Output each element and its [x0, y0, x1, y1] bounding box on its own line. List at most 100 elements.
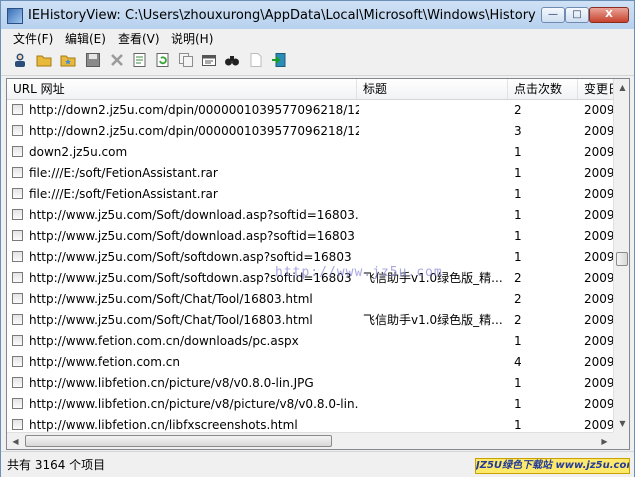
folder-icon[interactable]	[36, 52, 52, 68]
cell-url: http://www.jz5u.com/Soft/download.asp?so…	[29, 229, 355, 243]
refresh-icon[interactable]	[155, 52, 171, 68]
cell-title	[363, 415, 503, 433]
cell-title	[363, 394, 503, 415]
row-checkbox[interactable]	[12, 209, 23, 220]
vertical-scroll-thumb[interactable]	[616, 252, 628, 266]
vertical-scrollbar[interactable]: ▲ ▼	[613, 79, 629, 432]
item-count: 共有 3164 个项目	[7, 458, 106, 472]
menu-help[interactable]: 说明(H)	[171, 30, 213, 47]
cell-url: http://www.jz5u.com/Soft/Chat/Tool/16803…	[29, 313, 313, 327]
cell-url: down2.jz5u.com	[29, 145, 128, 159]
menu-file[interactable]: 文件(F)	[13, 30, 53, 47]
column-header-modified[interactable]: 变更日	[578, 79, 614, 99]
cell-title	[363, 205, 503, 226]
row-checkbox[interactable]	[12, 419, 23, 430]
cell-modified: 2009,	[584, 229, 613, 243]
copy-icon[interactable]	[178, 52, 194, 68]
cell-title	[363, 373, 503, 394]
row-checkbox[interactable]	[12, 377, 23, 388]
cell-modified: 2009,	[584, 271, 613, 285]
table-row[interactable]: file:///E:/soft/FetionAssistant.rar 1 2009…	[7, 163, 613, 184]
cell-url: http://www.libfetion.cn/picture/v8/v0.8.…	[29, 376, 314, 390]
main-window: IEHistoryView: C:\Users\zhouxurong\AppDa…	[0, 0, 635, 477]
cell-title	[363, 184, 503, 205]
table-row[interactable]: http://www.libfetion.cn/picture/v8/v0.8.…	[7, 373, 613, 394]
cell-url: http://down2.jz5u.com/dpin/0000001039577…	[29, 124, 359, 138]
properties-icon[interactable]	[132, 52, 148, 68]
cell-url: http://www.fetion.com.cn/downloads/pc.as…	[29, 334, 299, 348]
cell-hits: 4	[514, 355, 522, 369]
row-checkbox[interactable]	[12, 230, 23, 241]
cell-hits: 1	[514, 229, 522, 243]
column-header-title[interactable]: 标题	[357, 79, 508, 99]
table-row[interactable]: http://www.fetion.com.cn 4 2009,	[7, 352, 613, 373]
cell-url: file:///E:/soft/FetionAssistant.rar	[29, 166, 218, 180]
cell-modified: 2009,	[584, 166, 613, 180]
table-row[interactable]: down2.jz5u.com 1 2009,	[7, 142, 613, 163]
delete-icon[interactable]	[109, 52, 125, 68]
column-header-url[interactable]: URL 网址	[7, 79, 357, 99]
table-row[interactable]: http://www.jz5u.com/Soft/Chat/Tool/16803…	[7, 310, 613, 331]
row-checkbox[interactable]	[12, 251, 23, 262]
table-row[interactable]: http://down2.jz5u.com/dpin/0000001039577…	[7, 121, 613, 142]
row-checkbox[interactable]	[12, 398, 23, 409]
column-header-hits[interactable]: 点击次数	[508, 79, 578, 99]
row-checkbox[interactable]	[12, 188, 23, 199]
row-checkbox[interactable]	[12, 335, 23, 346]
cell-hits: 1	[514, 250, 522, 264]
html-report-icon[interactable]	[201, 52, 217, 68]
row-checkbox[interactable]	[12, 272, 23, 283]
close-button[interactable]: X	[589, 7, 629, 23]
history-list[interactable]: URL 网址 标题 点击次数 变更日 http://down2.jz5u.com…	[6, 78, 630, 450]
table-row[interactable]: file:///E:/soft/FetionAssistant.rar 1 2009…	[7, 184, 613, 205]
row-checkbox[interactable]	[12, 356, 23, 367]
favorites-folder-icon[interactable]	[60, 52, 76, 68]
table-row[interactable]: http://www.jz5u.com/Soft/download.asp?so…	[7, 205, 613, 226]
cell-hits: 2	[514, 313, 522, 327]
window-title: IEHistoryView: C:\Users\zhouxurong\AppDa…	[28, 8, 536, 23]
scroll-down-arrow-icon[interactable]: ▼	[614, 415, 629, 432]
cell-hits: 2	[514, 292, 522, 306]
row-checkbox[interactable]	[12, 104, 23, 115]
horizontal-scrollbar[interactable]: ◀ ▶	[7, 432, 613, 449]
cell-modified: 2009,	[584, 355, 613, 369]
row-checkbox[interactable]	[12, 314, 23, 325]
cell-modified: 2009,	[584, 208, 613, 222]
row-checkbox[interactable]	[12, 125, 23, 136]
user-icon[interactable]	[12, 52, 28, 68]
scrollbar-corner	[613, 432, 629, 449]
maximize-button[interactable]: □	[565, 7, 589, 23]
cell-url: http://www.libfetion.cn/libfxscreenshots…	[29, 418, 298, 432]
exit-icon[interactable]	[271, 52, 287, 68]
blank-page-icon[interactable]	[248, 52, 264, 68]
cell-title	[363, 352, 503, 373]
table-row[interactable]: http://www.libfetion.cn/picture/v8/pictu…	[7, 394, 613, 415]
cell-title	[363, 289, 503, 310]
cell-hits: 1	[514, 418, 522, 432]
table-row[interactable]: http://www.jz5u.com/Soft/download.asp?so…	[7, 226, 613, 247]
table-row[interactable]: http://www.fetion.com.cn/downloads/pc.as…	[7, 331, 613, 352]
scroll-left-arrow-icon[interactable]: ◀	[7, 433, 24, 449]
find-icon[interactable]	[224, 52, 240, 68]
cell-url: http://down2.jz5u.com/dpin/0000001039577…	[29, 103, 359, 117]
cell-modified: 2009,	[584, 313, 613, 327]
cell-hits: 1	[514, 145, 522, 159]
cell-title	[363, 100, 503, 121]
table-row[interactable]: http://www.jz5u.com/Soft/Chat/Tool/16803…	[7, 289, 613, 310]
cell-title	[363, 163, 503, 184]
scroll-right-arrow-icon[interactable]: ▶	[596, 433, 613, 449]
table-row[interactable]: http://down2.jz5u.com/dpin/0000001039577…	[7, 100, 613, 121]
horizontal-scroll-thumb[interactable]	[25, 435, 332, 447]
menu-edit[interactable]: 编辑(E)	[65, 30, 106, 47]
row-checkbox[interactable]	[12, 167, 23, 178]
title-bar[interactable]: IEHistoryView: C:\Users\zhouxurong\AppDa…	[1, 1, 634, 30]
watermark-text: http://www.jz5u.com	[275, 265, 443, 280]
save-icon[interactable]	[85, 52, 101, 68]
minimize-button[interactable]: —	[541, 7, 565, 23]
row-checkbox[interactable]	[12, 293, 23, 304]
scroll-up-arrow-icon[interactable]: ▲	[614, 79, 629, 96]
row-checkbox[interactable]	[12, 146, 23, 157]
table-row[interactable]: http://www.libfetion.cn/libfxscreenshots…	[7, 415, 613, 433]
cell-title	[363, 226, 503, 247]
menu-view[interactable]: 查看(V)	[118, 30, 160, 47]
